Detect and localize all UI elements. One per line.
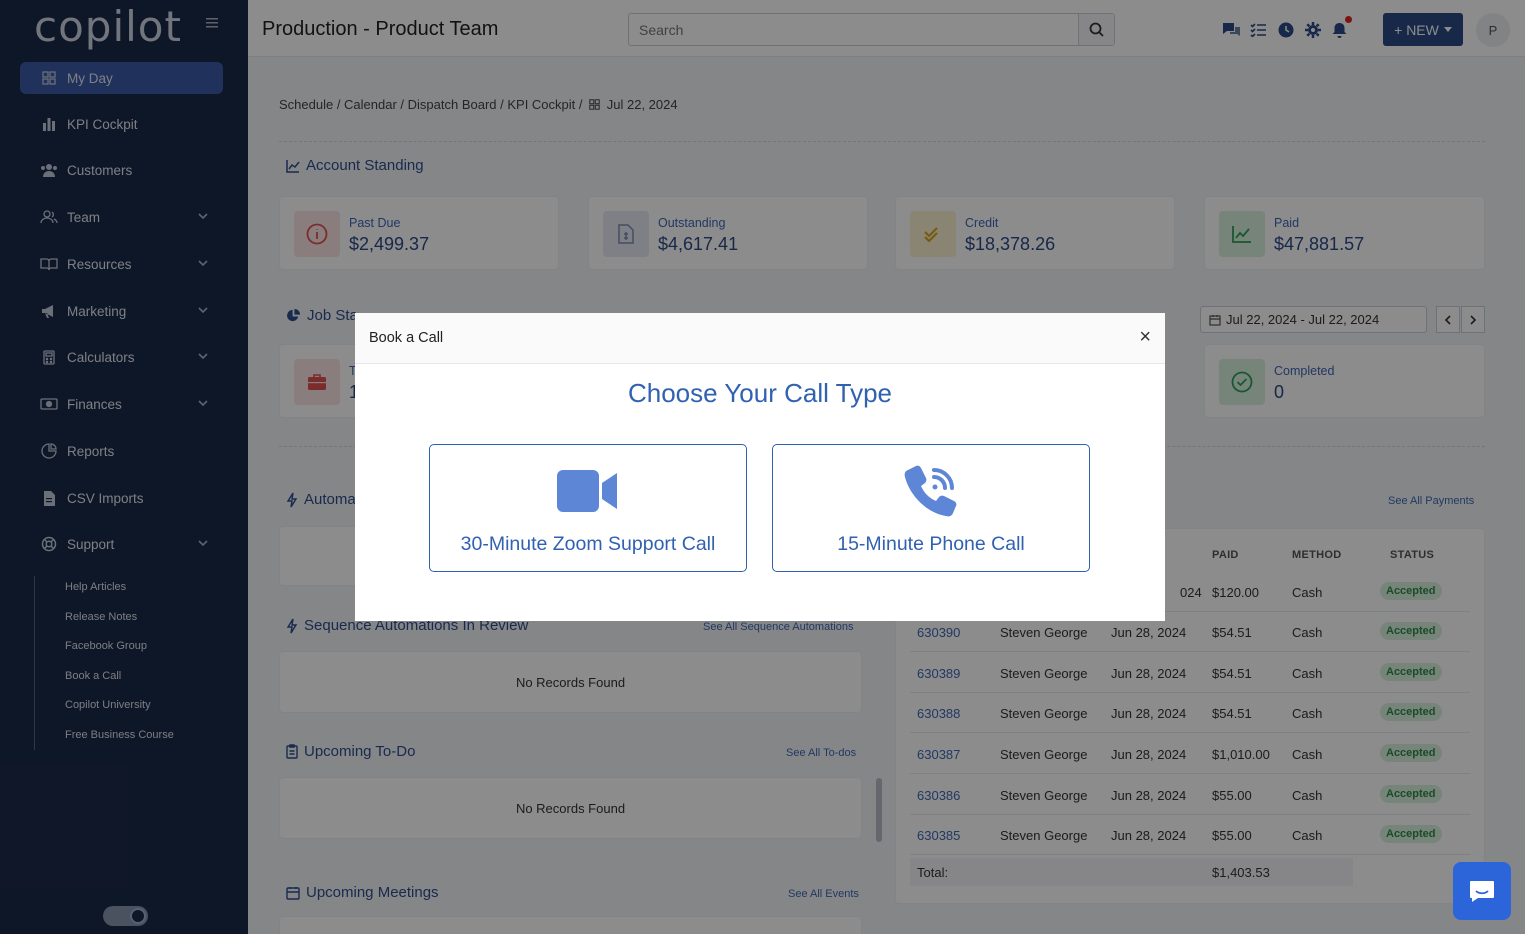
chat-widget-button[interactable] [1453,862,1511,920]
phone-call-option[interactable]: 15-Minute Phone Call [772,444,1090,572]
chat-bubble-icon [1470,881,1494,902]
phone-call-label: 15-Minute Phone Call [837,533,1025,555]
modal-heading: Choose Your Call Type [627,378,893,408]
zoom-call-option[interactable]: 30-Minute Zoom Support Call [429,444,747,572]
close-icon[interactable]: × [1139,327,1151,347]
phone-call-icon [773,463,1089,519]
book-a-call-modal: Book a Call × Choose Your Call Type 30-M… [355,313,1165,621]
zoom-call-label: 30-Minute Zoom Support Call [460,533,716,555]
video-camera-icon [430,463,746,519]
modal-header: Book a Call × [355,313,1165,364]
modal-title: Book a Call [369,330,444,346]
